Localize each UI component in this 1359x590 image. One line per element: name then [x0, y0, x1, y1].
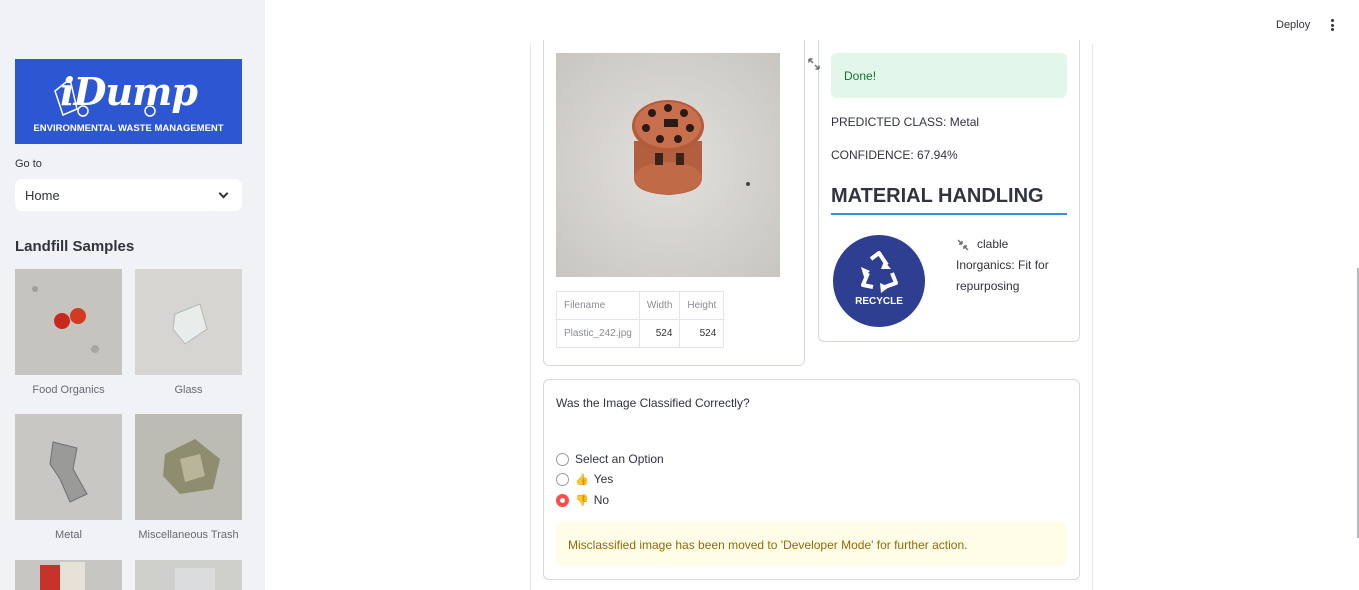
logo-tagline: ENVIRONMENTAL WASTE MANAGEMENT — [33, 123, 224, 134]
plastic-thumbnail — [135, 560, 242, 590]
feedback-question: Was the Image Classified Correctly? — [556, 396, 750, 410]
fullscreen-expand-icon[interactable] — [806, 56, 822, 72]
sample-label-misc-trash: Miscellaneous Trash — [138, 529, 239, 541]
radio-button[interactable] — [556, 472, 569, 486]
recycle-label: RECYCLE — [855, 296, 903, 307]
paper-thumbnail — [15, 560, 122, 590]
sample-label-food-organics: Food Organics — [32, 384, 105, 396]
sample-image-paper[interactable] — [15, 560, 122, 590]
thumbs-down-icon: 👎 — [575, 494, 589, 507]
handling-text-part-1: clable — [977, 237, 1009, 251]
sample-label-glass: Glass — [174, 384, 203, 396]
samples-title: Landfill Samples — [15, 238, 135, 255]
radio-label: Select an Option — [575, 452, 664, 466]
radio-button[interactable] — [556, 452, 569, 466]
sample-image-plastic[interactable] — [135, 560, 242, 590]
handling-text-part-2: Inorganics: Fit for repurposing — [956, 258, 1049, 293]
table-header-width: Width — [638, 291, 681, 320]
radio-option-select[interactable]: Select an Option — [556, 452, 664, 466]
sample-label-metal: Metal — [55, 529, 82, 541]
uploaded-image — [556, 53, 780, 277]
status-success: Done! — [831, 53, 1067, 98]
sidebar: iDump ENVIRONMENTAL WASTE MANAGEMENT Go … — [0, 0, 265, 590]
food-organics-thumbnail — [15, 269, 122, 375]
sample-image-food-organics[interactable] — [15, 269, 122, 375]
table-header-height: Height — [679, 291, 725, 320]
table-cell-height: 524 — [679, 319, 725, 348]
goto-label: Go to — [15, 158, 42, 170]
table-cell-filename: Plastic_242.jpg — [556, 319, 640, 348]
sample-image-glass[interactable] — [135, 269, 242, 375]
logo-brand: iDump — [60, 69, 198, 114]
fullscreen-shrink-icon[interactable] — [956, 238, 970, 252]
material-handling-title: MATERIAL HANDLING — [831, 185, 1067, 215]
page-select-value: Home — [25, 187, 60, 203]
recycle-icon — [861, 251, 898, 293]
radio-label: Yes — [593, 472, 614, 486]
radio-label: No — [593, 493, 610, 507]
radio-option-yes[interactable]: 👍 Yes — [556, 472, 613, 486]
warning-message: Misclassified image has been moved to 'D… — [556, 522, 1066, 566]
table-row: Plastic_242.jpg 524 524 — [556, 319, 725, 348]
deploy-button[interactable]: Deploy — [1276, 19, 1310, 31]
confidence: CONFIDENCE: 67.94% — [831, 148, 958, 162]
thumbs-up-icon: 👍 — [575, 473, 589, 486]
radio-button-selected[interactable] — [556, 493, 569, 507]
app-logo: iDump ENVIRONMENTAL WASTE MANAGEMENT — [15, 59, 242, 144]
main-menu-icon[interactable] — [1329, 19, 1335, 33]
recycle-badge: RECYCLE — [833, 235, 925, 327]
page-select[interactable]: Home — [15, 179, 242, 211]
predicted-class: PREDICTED CLASS: Metal — [831, 115, 980, 129]
uploaded-photo — [556, 53, 780, 277]
table-cell-width: 524 — [638, 319, 681, 348]
image-metadata-table: Filename Width Height Plastic_242.jpg 52… — [556, 291, 725, 348]
misc-trash-thumbnail — [135, 414, 242, 520]
table-header-filename: Filename — [556, 291, 640, 320]
chevron-down-icon — [218, 188, 229, 198]
radio-option-no[interactable]: 👎 No — [556, 493, 609, 507]
metal-thumbnail — [15, 414, 122, 520]
sample-image-metal[interactable] — [15, 414, 122, 520]
sample-image-misc-trash[interactable] — [135, 414, 242, 520]
handling-text: clable Inorganics: Fit for repurposing — [956, 234, 1066, 297]
glass-thumbnail — [135, 269, 242, 375]
